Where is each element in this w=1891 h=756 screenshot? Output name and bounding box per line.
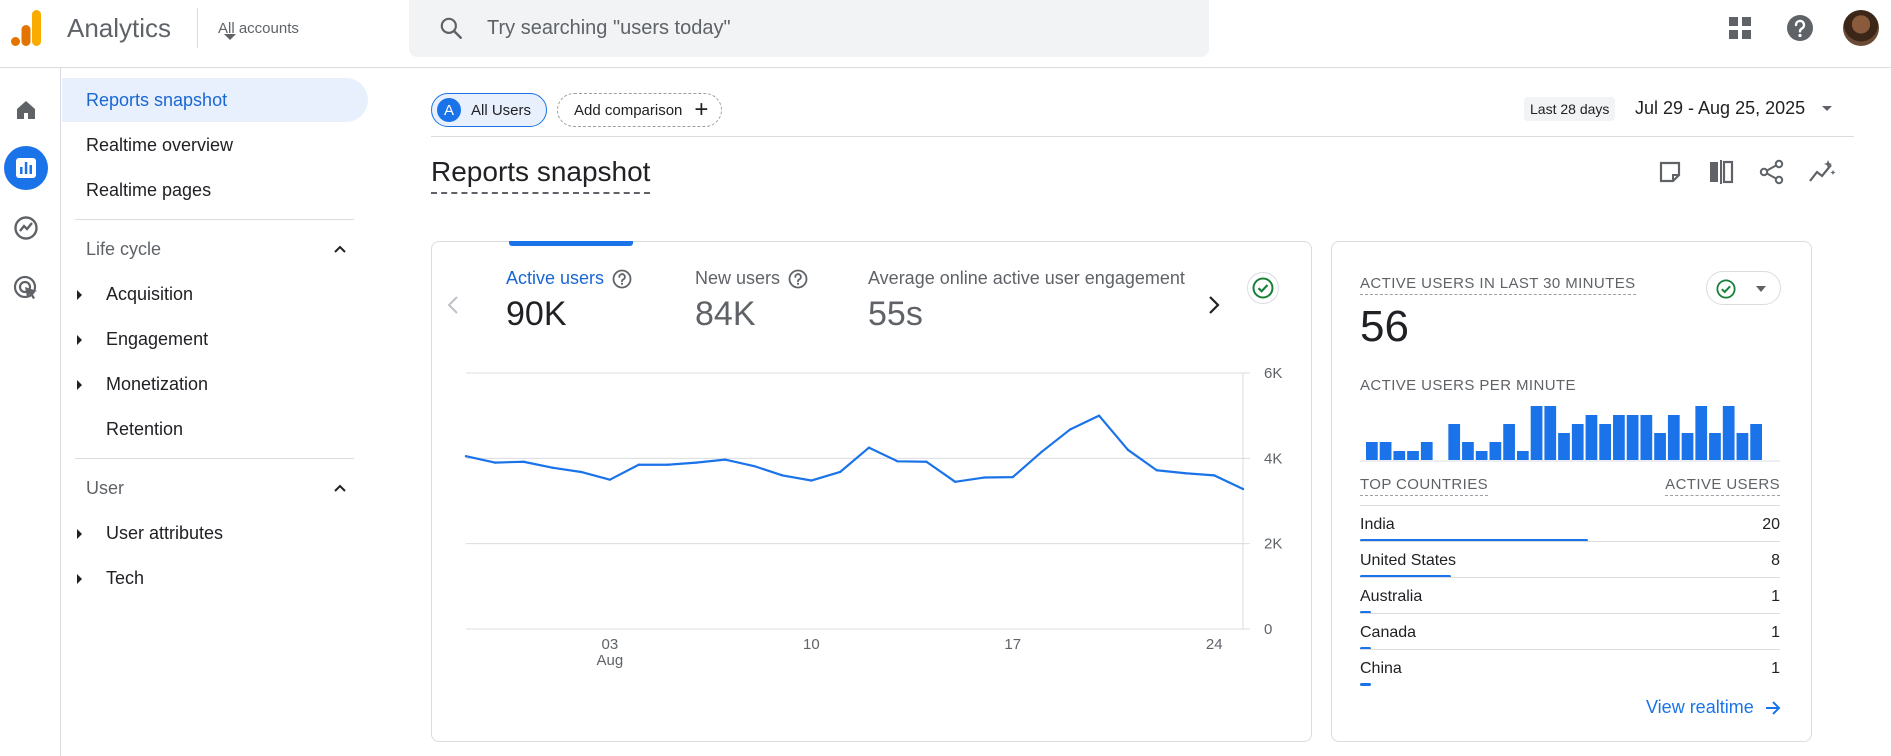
country-name: Canada	[1360, 624, 1417, 641]
bar	[1585, 415, 1598, 460]
bar	[1722, 406, 1735, 460]
bar	[1626, 415, 1639, 460]
bar	[1420, 442, 1433, 460]
country-users: 1	[1771, 624, 1780, 641]
bar	[1571, 424, 1584, 460]
bar	[1530, 406, 1543, 460]
bar	[1613, 415, 1625, 460]
country-users: 1	[1771, 588, 1780, 605]
bar	[1736, 433, 1749, 460]
table-row[interactable]: Canada 1	[1360, 613, 1780, 650]
arrow-right-icon	[1764, 699, 1782, 717]
bar	[1667, 415, 1680, 460]
bar	[1654, 433, 1666, 460]
country-users: 1	[1771, 660, 1780, 677]
bar	[1709, 433, 1721, 460]
country-users: 8	[1771, 552, 1780, 569]
bar	[1448, 424, 1461, 460]
table-row[interactable]: India 20	[1360, 505, 1780, 542]
bar	[1407, 451, 1419, 460]
bar	[1750, 424, 1762, 460]
bar	[1681, 433, 1694, 460]
country-users: 20	[1762, 516, 1780, 533]
bar	[1544, 406, 1557, 460]
bar	[1640, 415, 1653, 460]
country-name: China	[1360, 660, 1402, 677]
country-name: India	[1360, 516, 1395, 533]
table-header-countries: TOP COUNTRIES	[1360, 476, 1488, 496]
table-row[interactable]: Australia 1	[1360, 577, 1780, 614]
bar	[1393, 451, 1406, 460]
country-name: Australia	[1360, 588, 1423, 605]
country-share-bar	[1360, 683, 1372, 686]
bar	[1503, 424, 1515, 460]
table-row[interactable]: China 1	[1360, 649, 1780, 686]
view-realtime-link[interactable]: View realtime	[1646, 697, 1782, 718]
bar	[1475, 451, 1488, 460]
bar	[1516, 451, 1529, 460]
bar	[1489, 442, 1502, 460]
table-header-active-users: ACTIVE USERS	[1665, 476, 1780, 496]
bar	[1366, 442, 1378, 460]
bar	[1462, 442, 1474, 460]
table-row[interactable]: United States 8	[1360, 541, 1780, 578]
bar	[1695, 406, 1708, 460]
bar	[1558, 433, 1570, 460]
country-name: United States	[1360, 552, 1457, 569]
bar	[1379, 442, 1392, 460]
view-realtime-label: View realtime	[1646, 697, 1754, 717]
bar	[1599, 424, 1612, 460]
